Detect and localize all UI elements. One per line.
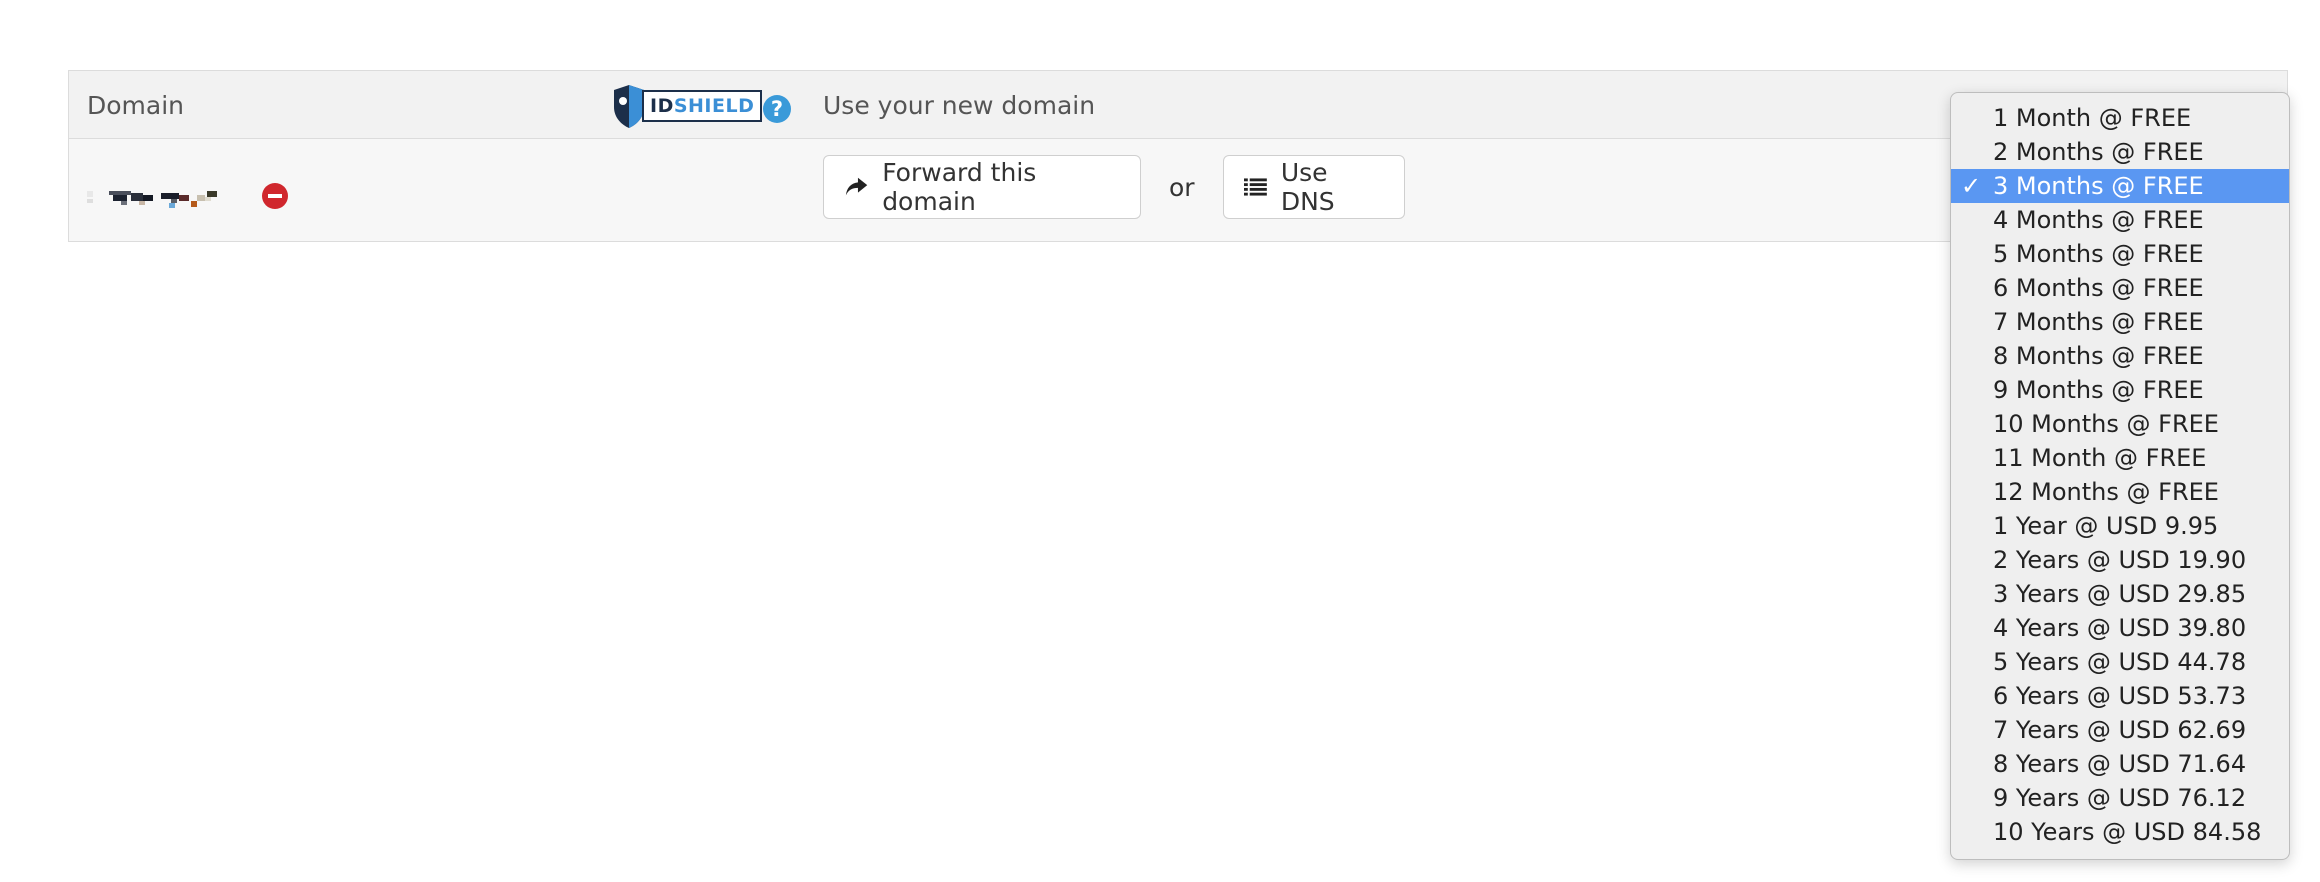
dropdown-option-label: 8 Years @ USD 71.64 (1993, 750, 2247, 778)
dropdown-option[interactable]: 8 Months @ FREE (1951, 339, 2289, 373)
use-domain-column-header: Use your new domain (823, 91, 1096, 120)
remove-domain-icon[interactable] (262, 183, 288, 209)
dropdown-option[interactable]: 4 Months @ FREE (1951, 203, 2289, 237)
dropdown-option[interactable]: 9 Months @ FREE (1951, 373, 2289, 407)
dropdown-option-label: 11 Month @ FREE (1993, 444, 2207, 472)
or-separator: or (1169, 173, 1195, 202)
dropdown-option-label: 3 Months @ FREE (1993, 172, 2204, 200)
dropdown-option[interactable]: 6 Years @ USD 53.73 (1951, 679, 2289, 713)
dropdown-option[interactable]: ✓ 3 Months @ FREE (1951, 169, 2289, 203)
dropdown-option-label: 6 Months @ FREE (1993, 274, 2204, 302)
dropdown-option-label: 2 Years @ USD 19.90 (1993, 546, 2247, 574)
dropdown-option[interactable]: 4 Years @ USD 39.80 (1951, 611, 2289, 645)
dropdown-option[interactable]: 6 Months @ FREE (1951, 271, 2289, 305)
dropdown-option-label: 9 Years @ USD 76.12 (1993, 784, 2247, 812)
dropdown-option[interactable]: 10 Years @ USD 84.58 (1951, 815, 2289, 849)
term-dropdown-menu[interactable]: 1 Month @ FREE 2 Months @ FREE ✓ 3 Months @… (1950, 92, 2290, 860)
dropdown-option[interactable]: 7 Months @ FREE (1951, 305, 2289, 339)
dropdown-option[interactable]: 1 Month @ FREE (1951, 101, 2289, 135)
forward-domain-button[interactable]: Forward this domain (823, 155, 1141, 219)
dropdown-option[interactable]: 2 Years @ USD 19.90 (1951, 543, 2289, 577)
share-arrow-icon (845, 177, 868, 196)
dropdown-option-label: 4 Months @ FREE (1993, 206, 2204, 234)
dropdown-option[interactable]: 5 Years @ USD 44.78 (1951, 645, 2289, 679)
dropdown-option-label: 5 Months @ FREE (1993, 240, 2204, 268)
dropdown-option-label: 2 Months @ FREE (1993, 138, 2204, 166)
blurred-domain-name (87, 191, 217, 208)
dropdown-option-label: 7 Years @ USD 62.69 (1993, 716, 2247, 744)
dropdown-option-label: 8 Months @ FREE (1993, 342, 2204, 370)
dropdown-option-label: 3 Years @ USD 29.85 (1993, 580, 2247, 608)
dropdown-option-label: 1 Year @ USD 9.95 (1993, 512, 2219, 540)
dropdown-option[interactable]: 11 Month @ FREE (1951, 441, 2289, 475)
dropdown-option-label: 7 Months @ FREE (1993, 308, 2204, 336)
idshield-shield-text: SHIELD (673, 95, 755, 117)
use-dns-button[interactable]: Use DNS (1223, 155, 1405, 219)
dropdown-option[interactable]: 8 Years @ USD 71.64 (1951, 747, 2289, 781)
dropdown-option[interactable]: 3 Years @ USD 29.85 (1951, 577, 2289, 611)
checkmark-icon: ✓ (1961, 172, 1982, 200)
shield-icon (614, 85, 644, 128)
dropdown-option-label: 10 Months @ FREE (1993, 410, 2219, 438)
dropdown-option-label: 6 Years @ USD 53.73 (1993, 682, 2247, 710)
idshield-id-text: ID (650, 95, 674, 117)
dropdown-option[interactable]: 10 Months @ FREE (1951, 407, 2289, 441)
dropdown-option-label: 1 Month @ FREE (1993, 104, 2192, 132)
dropdown-option-label: 9 Months @ FREE (1993, 376, 2204, 404)
idshield-logo: ID SHIELD (612, 83, 763, 129)
dropdown-option-label: 10 Years @ USD 84.58 (1993, 818, 2262, 846)
dropdown-option[interactable]: 7 Years @ USD 62.69 (1951, 713, 2289, 747)
dropdown-option[interactable]: 2 Months @ FREE (1951, 135, 2289, 169)
use-dns-label: Use DNS (1280, 158, 1335, 216)
forward-domain-label: Forward this domain (882, 158, 1037, 216)
dropdown-option[interactable]: 5 Months @ FREE (1951, 237, 2289, 271)
dropdown-option[interactable]: 1 Year @ USD 9.95 (1951, 509, 2289, 543)
dropdown-option[interactable]: 12 Months @ FREE (1951, 475, 2289, 509)
dropdown-option-label: 4 Years @ USD 39.80 (1993, 614, 2247, 642)
list-icon (1244, 178, 1267, 196)
dropdown-option-label: 5 Years @ USD 44.78 (1993, 648, 2247, 676)
help-icon[interactable]: ? (763, 95, 791, 123)
dropdown-option-label: 12 Months @ FREE (1993, 478, 2219, 506)
dropdown-option[interactable]: 9 Years @ USD 76.12 (1951, 781, 2289, 815)
domain-column-header: Domain (87, 91, 185, 120)
